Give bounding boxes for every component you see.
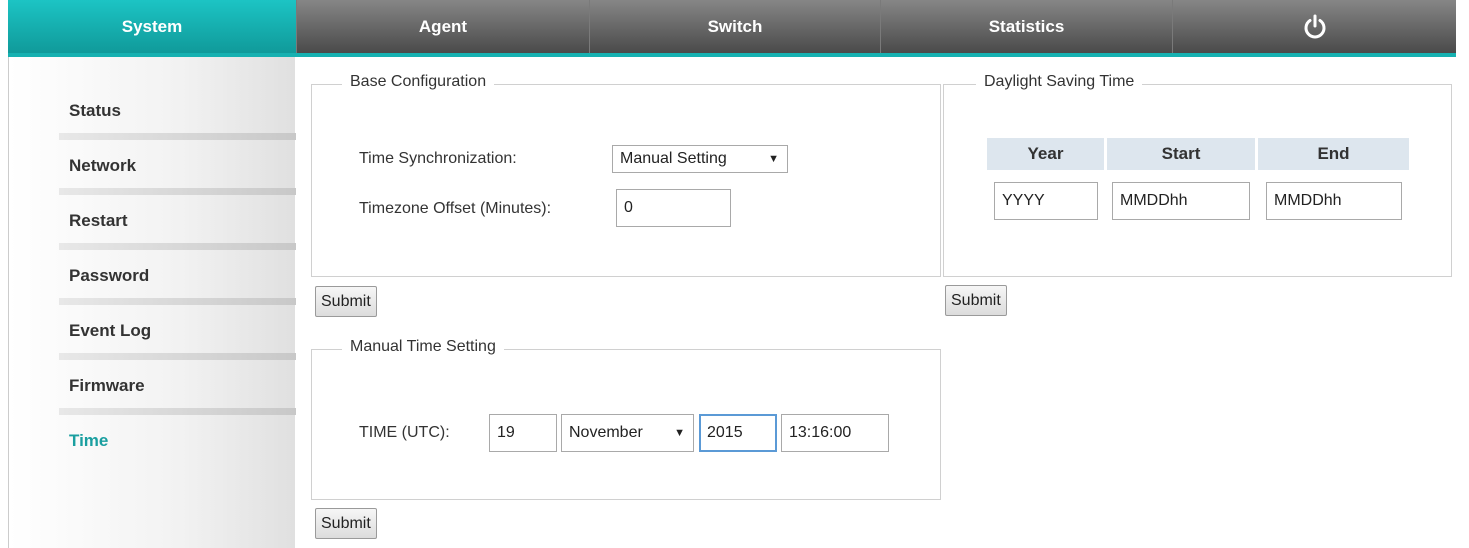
sidebar-divider bbox=[59, 133, 296, 140]
column-header-year: Year bbox=[987, 138, 1104, 170]
power-button[interactable] bbox=[1173, 0, 1456, 53]
time-utc-label: TIME (UTC): bbox=[359, 424, 450, 441]
sidebar-item-firmware[interactable]: Firmware bbox=[9, 371, 296, 401]
group-legend: Manual Time Setting bbox=[342, 338, 504, 356]
dropdown-arrow-icon: ▼ bbox=[768, 153, 779, 165]
tab-label: Switch bbox=[707, 16, 763, 36]
dst-submit-button[interactable]: Submit bbox=[945, 285, 1007, 316]
base-configuration-group: Base Configuration bbox=[311, 73, 941, 277]
tab-label: System bbox=[121, 16, 183, 36]
sidebar-item-event-log[interactable]: Event Log bbox=[9, 316, 296, 346]
year-input[interactable]: 2015 bbox=[699, 414, 777, 452]
tab-statistics[interactable]: Statistics bbox=[881, 0, 1173, 53]
tab-label: Agent bbox=[418, 16, 468, 36]
group-legend: Base Configuration bbox=[342, 73, 495, 91]
column-header-start: Start bbox=[1107, 138, 1255, 170]
select-value: November bbox=[569, 424, 643, 441]
dst-start-input[interactable]: MMDDhh bbox=[1112, 182, 1250, 220]
dropdown-arrow-icon: ▼ bbox=[674, 427, 685, 439]
sidebar-divider bbox=[59, 243, 296, 250]
sidebar-divider bbox=[59, 353, 296, 360]
tab-switch[interactable]: Switch bbox=[590, 0, 881, 53]
sidebar-divider bbox=[59, 408, 296, 415]
sidebar-item-status[interactable]: Status bbox=[9, 96, 296, 126]
column-header-end: End bbox=[1258, 138, 1409, 170]
sidebar-item-restart[interactable]: Restart bbox=[9, 206, 296, 236]
manual-time-submit-button[interactable]: Submit bbox=[315, 508, 377, 539]
sidebar-divider bbox=[59, 188, 296, 195]
top-nav: System Agent Switch Statistics bbox=[8, 0, 1456, 57]
group-legend: Daylight Saving Time bbox=[976, 73, 1143, 91]
clock-input[interactable]: 13:16:00 bbox=[781, 414, 889, 452]
tab-label: Statistics bbox=[988, 16, 1065, 36]
tab-agent[interactable]: Agent bbox=[297, 0, 590, 53]
sidebar: Status Network Restart Password Event Lo… bbox=[8, 57, 296, 548]
time-sync-select[interactable]: Manual Setting ▼ bbox=[612, 145, 788, 173]
daylight-saving-group: Daylight Saving Time bbox=[943, 73, 1452, 277]
sidebar-divider bbox=[59, 298, 296, 305]
sidebar-item-network[interactable]: Network bbox=[9, 151, 296, 181]
dst-end-input[interactable]: MMDDhh bbox=[1266, 182, 1402, 220]
timezone-offset-label: Timezone Offset (Minutes): bbox=[359, 200, 552, 217]
sidebar-item-password[interactable]: Password bbox=[9, 261, 296, 291]
tab-system[interactable]: System bbox=[8, 0, 297, 53]
sidebar-item-time[interactable]: Time bbox=[9, 426, 296, 456]
select-value: Manual Setting bbox=[620, 150, 727, 167]
power-icon bbox=[1304, 14, 1325, 38]
base-config-submit-button[interactable]: Submit bbox=[315, 286, 377, 317]
month-select[interactable]: November ▼ bbox=[561, 414, 694, 452]
day-input[interactable]: 19 bbox=[489, 414, 557, 452]
time-sync-label: Time Synchronization: bbox=[359, 150, 517, 167]
dst-year-input[interactable]: YYYY bbox=[994, 182, 1098, 220]
timezone-offset-input[interactable]: 0 bbox=[616, 189, 731, 227]
